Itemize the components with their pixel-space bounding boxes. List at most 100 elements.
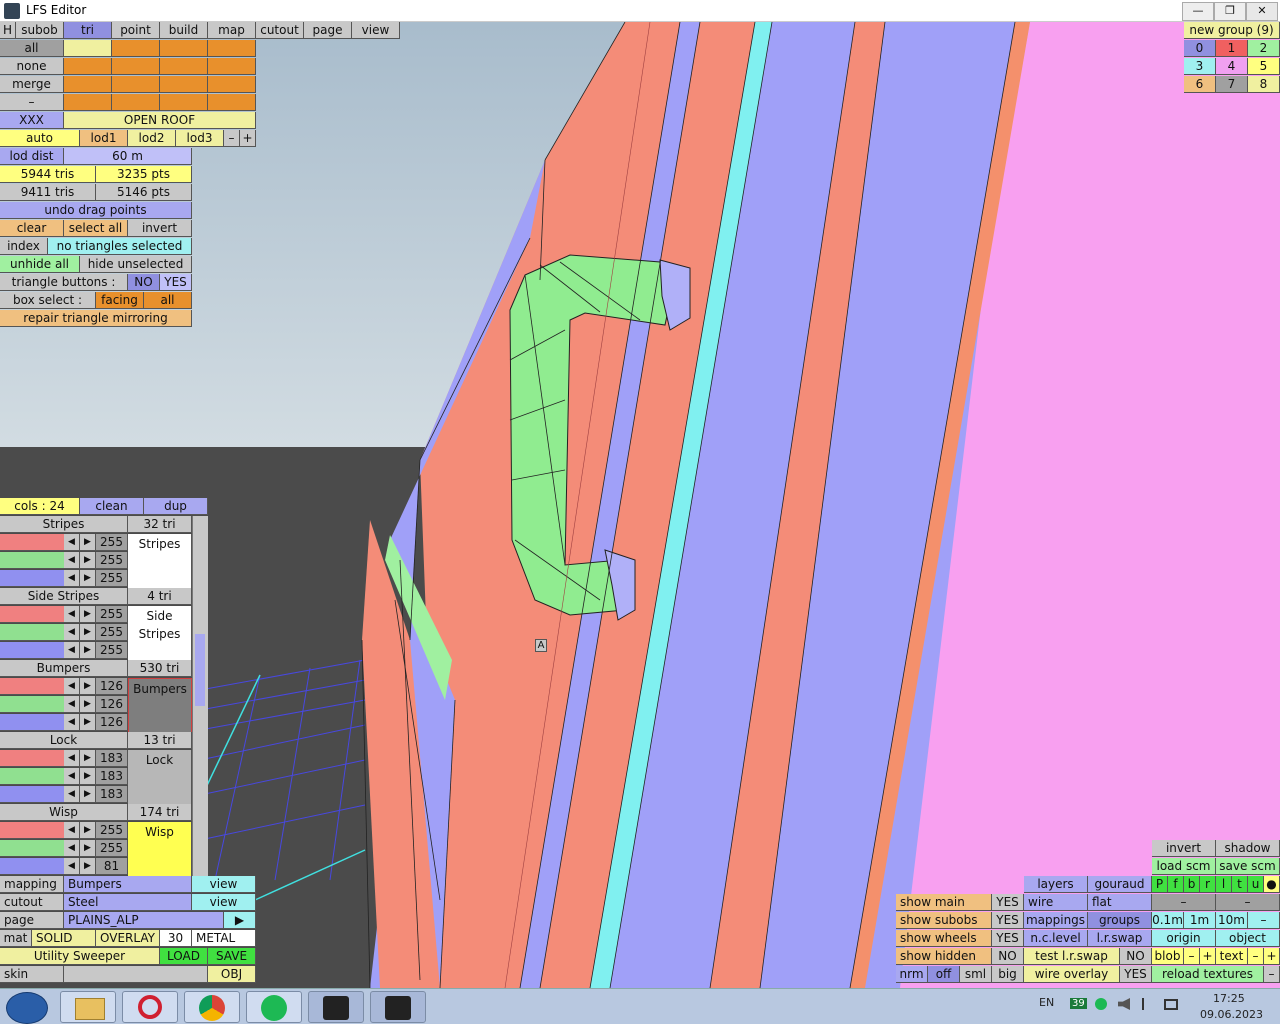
cutout-value[interactable]: Steel [64, 894, 192, 911]
mat-overlay[interactable]: OVERLAY [96, 930, 160, 947]
dup-button[interactable]: dup [144, 498, 208, 515]
test-lr-swap-toggle[interactable]: NO [1120, 948, 1152, 965]
flag-icon[interactable] [1142, 998, 1154, 1010]
channel-increase-icon[interactable]: ▶ [80, 768, 96, 785]
lod1-button[interactable]: lod1 [80, 130, 128, 147]
step-minus[interactable]: – [1248, 912, 1280, 929]
group-slot[interactable] [112, 40, 160, 57]
channel-value[interactable]: 255 [96, 822, 128, 839]
load-scm-button[interactable]: load scm [1152, 858, 1216, 875]
channel-increase-icon[interactable]: ▶ [80, 750, 96, 767]
lod2-button[interactable]: lod2 [128, 130, 176, 147]
channel-value[interactable]: 255 [96, 606, 128, 623]
all-button[interactable]: all [0, 40, 64, 57]
channel-decrease-icon[interactable]: ◀ [64, 768, 80, 785]
lfs-editor-icon[interactable] [370, 991, 426, 1023]
shadow-button[interactable]: shadow [1216, 840, 1280, 857]
chrome-icon[interactable] [184, 991, 240, 1023]
load-button[interactable]: LOAD [160, 948, 208, 965]
obj-button[interactable]: OBJ [208, 966, 256, 983]
scrollbar-thumb[interactable] [195, 634, 205, 706]
materials-scrollbar[interactable] [192, 516, 208, 876]
save-button[interactable]: SAVE [208, 948, 256, 965]
h-button[interactable]: H [0, 22, 16, 39]
color-channel-slider[interactable] [0, 696, 64, 713]
nrm-button[interactable]: nrm [896, 966, 928, 983]
group-5[interactable]: 5 [1248, 58, 1280, 75]
channel-increase-icon[interactable]: ▶ [80, 678, 96, 695]
dash-button-2[interactable]: – [1216, 894, 1280, 911]
color-channel-slider[interactable] [0, 714, 64, 731]
group-slot[interactable] [112, 58, 160, 75]
channel-value[interactable]: 183 [96, 750, 128, 767]
color-channel-slider[interactable] [0, 678, 64, 695]
box-select-facing[interactable]: facing [96, 292, 144, 309]
network-icon[interactable] [1164, 999, 1178, 1010]
group-slot[interactable] [208, 40, 256, 57]
channel-decrease-icon[interactable]: ◀ [64, 570, 80, 587]
volume-icon[interactable] [1118, 998, 1130, 1010]
channel-value[interactable]: 81 [96, 858, 128, 875]
channel-increase-icon[interactable]: ▶ [80, 552, 96, 569]
sml-button[interactable]: sml [960, 966, 992, 983]
channel-increase-icon[interactable]: ▶ [80, 606, 96, 623]
triangle-buttons-no[interactable]: NO [128, 274, 160, 291]
lr-swap-button[interactable]: l.r.swap [1088, 930, 1152, 947]
object-button[interactable]: object [1216, 930, 1280, 947]
channel-increase-icon[interactable]: ▶ [80, 858, 96, 875]
explorer-icon[interactable] [60, 991, 116, 1023]
reload-dash-button[interactable]: – [1264, 966, 1280, 983]
material-name[interactable]: Side Stripes [0, 588, 128, 605]
opera-icon[interactable] [122, 991, 178, 1023]
step-10m[interactable]: 10m [1216, 912, 1248, 929]
channel-decrease-icon[interactable]: ◀ [64, 696, 80, 713]
cutout-view-button[interactable]: view [192, 894, 256, 911]
group-8[interactable]: 8 [1248, 76, 1280, 93]
view-toggle-1[interactable]: f [1168, 876, 1184, 893]
channel-value[interactable]: 255 [96, 642, 128, 659]
save-scm-button[interactable]: save scm [1216, 858, 1280, 875]
tab-view[interactable]: view [352, 22, 400, 39]
view-toggle-2[interactable]: b [1184, 876, 1200, 893]
tab-build[interactable]: build [160, 22, 208, 39]
show-main-toggle[interactable]: YES [992, 894, 1024, 911]
material-name[interactable]: Wisp [0, 804, 128, 821]
hide-unselected-button[interactable]: hide unselected [80, 256, 192, 273]
channel-decrease-icon[interactable]: ◀ [64, 624, 80, 641]
undo-drag-points-button[interactable]: undo drag points [0, 202, 192, 219]
layers-button[interactable]: layers [1024, 876, 1088, 893]
group-slot[interactable] [208, 58, 256, 75]
origin-button[interactable]: origin [1152, 930, 1216, 947]
channel-increase-icon[interactable]: ▶ [80, 534, 96, 551]
channel-decrease-icon[interactable]: ◀ [64, 750, 80, 767]
mat-metal[interactable]: METAL [192, 930, 256, 947]
channel-decrease-icon[interactable]: ◀ [64, 642, 80, 659]
color-channel-slider[interactable] [0, 606, 64, 623]
language-indicator[interactable]: EN [1039, 996, 1054, 1009]
xxx-button[interactable]: XXX [0, 112, 64, 129]
channel-increase-icon[interactable]: ▶ [80, 624, 96, 641]
color-channel-slider[interactable] [0, 786, 64, 803]
view-toggle-4[interactable]: l [1216, 876, 1232, 893]
group-6[interactable]: 6 [1184, 76, 1216, 93]
channel-increase-icon[interactable]: ▶ [80, 714, 96, 731]
page-next-icon[interactable]: ▶ [224, 912, 256, 929]
channel-increase-icon[interactable]: ▶ [80, 642, 96, 659]
material-name[interactable]: Stripes [0, 516, 128, 533]
channel-value[interactable]: 255 [96, 840, 128, 857]
lod-minus-button[interactable]: – [224, 130, 240, 147]
group-slot[interactable] [160, 40, 208, 57]
show-wheels-toggle[interactable]: YES [992, 930, 1024, 947]
text-plus[interactable]: + [1264, 948, 1280, 965]
spotify-tray-icon[interactable] [1095, 998, 1107, 1010]
color-channel-slider[interactable] [0, 768, 64, 785]
dash-button[interactable]: – [0, 94, 64, 111]
channel-increase-icon[interactable]: ▶ [80, 696, 96, 713]
color-channel-slider[interactable] [0, 624, 64, 641]
groups-button[interactable]: groups [1088, 912, 1152, 929]
color-channel-slider[interactable] [0, 858, 64, 875]
channel-value[interactable]: 126 [96, 678, 128, 695]
view-toggle-3[interactable]: r [1200, 876, 1216, 893]
tray-badge[interactable]: 39 [1070, 998, 1087, 1009]
mat-solid[interactable]: SOLID [32, 930, 96, 947]
